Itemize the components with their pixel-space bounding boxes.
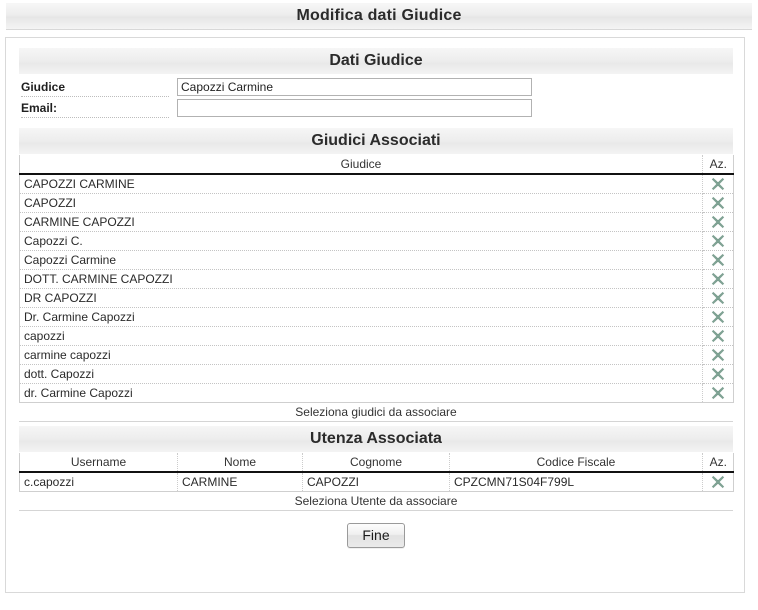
cell-giudice: DOTT. CARMINE CAPOZZI <box>19 269 703 289</box>
giudice-label: Giudice <box>21 80 169 97</box>
delete-x-icon[interactable] <box>711 310 725 324</box>
delete-x-icon[interactable] <box>711 234 725 248</box>
dati-giudice-form: Giudice Email: <box>19 74 733 120</box>
cell-giudice: capozzi <box>19 326 703 346</box>
giudici-associati-footer[interactable]: Seleziona giudici da associare <box>19 403 733 422</box>
cell-az <box>702 307 734 327</box>
column-header-nome: Nome <box>177 453 303 473</box>
delete-x-icon[interactable] <box>711 367 725 381</box>
cell-giudice: carmine capozzi <box>19 345 703 365</box>
table-row[interactable]: CAPOZZI <box>19 193 734 213</box>
column-header-az: Az. <box>702 453 734 473</box>
table-header-row: Username Nome Cognome Codice Fiscale Az. <box>19 453 734 473</box>
form-row-email: Email: <box>19 99 733 120</box>
main-panel: Dati Giudice Giudice Email: Giudici Asso… <box>5 37 745 593</box>
table-row[interactable]: dr. Carmine Capozzi <box>19 383 734 403</box>
cell-az <box>702 250 734 270</box>
form-row-giudice: Giudice <box>19 78 733 99</box>
column-header-codice-fiscale: Codice Fiscale <box>449 453 703 473</box>
column-header-username: Username <box>19 453 178 473</box>
cell-username: c.capozzi <box>19 472 178 492</box>
cell-az <box>702 174 734 194</box>
cell-giudice: Capozzi Carmine <box>19 250 703 270</box>
section-header-dati-giudice: Dati Giudice <box>19 48 733 74</box>
cell-giudice: Capozzi C. <box>19 231 703 251</box>
delete-x-icon[interactable] <box>711 253 725 267</box>
table-row[interactable]: carmine capozzi <box>19 345 734 365</box>
table-row[interactable]: capozzi <box>19 326 734 346</box>
giudici-associati-table: Giudice Az. CAPOZZI CARMINE CAPOZZI CARM… <box>19 155 734 403</box>
panel-content: Dati Giudice Giudice Email: Giudici Asso… <box>19 48 734 554</box>
cell-az <box>702 193 734 213</box>
utenza-associata-body: c.capozzi CARMINE CAPOZZI CPZCMN71S04F79… <box>19 472 734 492</box>
section-header-giudici-associati: Giudici Associati <box>19 128 733 154</box>
table-row[interactable]: CARMINE CAPOZZI <box>19 212 734 232</box>
section-header-utenza-associata: Utenza Associata <box>19 426 733 452</box>
cell-az <box>702 472 734 492</box>
fine-button[interactable]: Fine <box>347 523 405 548</box>
table-row[interactable]: DOTT. CARMINE CAPOZZI <box>19 269 734 289</box>
cell-giudice: Dr. Carmine Capozzi <box>19 307 703 327</box>
table-row[interactable]: c.capozzi CARMINE CAPOZZI CPZCMN71S04F79… <box>19 472 734 492</box>
delete-x-icon[interactable] <box>711 215 725 229</box>
cell-cognome: CAPOZZI <box>302 472 450 492</box>
table-row[interactable]: Capozzi C. <box>19 231 734 251</box>
cell-az <box>702 212 734 232</box>
button-bar: Fine <box>19 511 733 554</box>
page-title: Modifica dati Giudice <box>296 7 462 24</box>
cell-az <box>702 231 734 251</box>
giudice-input[interactable] <box>177 78 532 96</box>
cell-az <box>702 383 734 403</box>
cell-giudice: DR CAPOZZI <box>19 288 703 308</box>
cell-az <box>702 364 734 384</box>
cell-az <box>702 326 734 346</box>
delete-x-icon[interactable] <box>711 291 725 305</box>
cell-giudice: dott. Capozzi <box>19 364 703 384</box>
table-row[interactable]: Capozzi Carmine <box>19 250 734 270</box>
delete-x-icon[interactable] <box>711 386 725 400</box>
cell-az <box>702 345 734 365</box>
delete-x-icon[interactable] <box>711 272 725 286</box>
cell-az <box>702 288 734 308</box>
column-header-az: Az. <box>702 155 734 175</box>
email-input[interactable] <box>177 99 532 117</box>
table-header-row: Giudice Az. <box>19 155 734 175</box>
cell-giudice: CARMINE CAPOZZI <box>19 212 703 232</box>
cell-giudice: dr. Carmine Capozzi <box>19 383 703 403</box>
table-row[interactable]: Dr. Carmine Capozzi <box>19 307 734 327</box>
delete-x-icon[interactable] <box>711 348 725 362</box>
table-row[interactable]: CAPOZZI CARMINE <box>19 174 734 194</box>
cell-giudice: CAPOZZI <box>19 193 703 213</box>
delete-x-icon[interactable] <box>711 475 725 489</box>
table-row[interactable]: DR CAPOZZI <box>19 288 734 308</box>
table-row[interactable]: dott. Capozzi <box>19 364 734 384</box>
cell-codice-fiscale: CPZCMN71S04F799L <box>449 472 703 492</box>
giudici-associati-body: CAPOZZI CARMINE CAPOZZI CARMINE CAPOZZI … <box>19 174 734 403</box>
cell-giudice: CAPOZZI CARMINE <box>19 174 703 194</box>
window-title-bar: Modifica dati Giudice <box>6 3 752 30</box>
delete-x-icon[interactable] <box>711 196 725 210</box>
cell-az <box>702 269 734 289</box>
utenza-associata-footer[interactable]: Seleziona Utente da associare <box>19 492 733 511</box>
email-label: Email: <box>21 101 169 118</box>
column-header-giudice: Giudice <box>19 155 703 175</box>
delete-x-icon[interactable] <box>711 329 725 343</box>
delete-x-icon[interactable] <box>711 177 725 191</box>
column-header-cognome: Cognome <box>302 453 450 473</box>
cell-nome: CARMINE <box>177 472 303 492</box>
utenza-associata-table: Username Nome Cognome Codice Fiscale Az.… <box>19 453 734 492</box>
